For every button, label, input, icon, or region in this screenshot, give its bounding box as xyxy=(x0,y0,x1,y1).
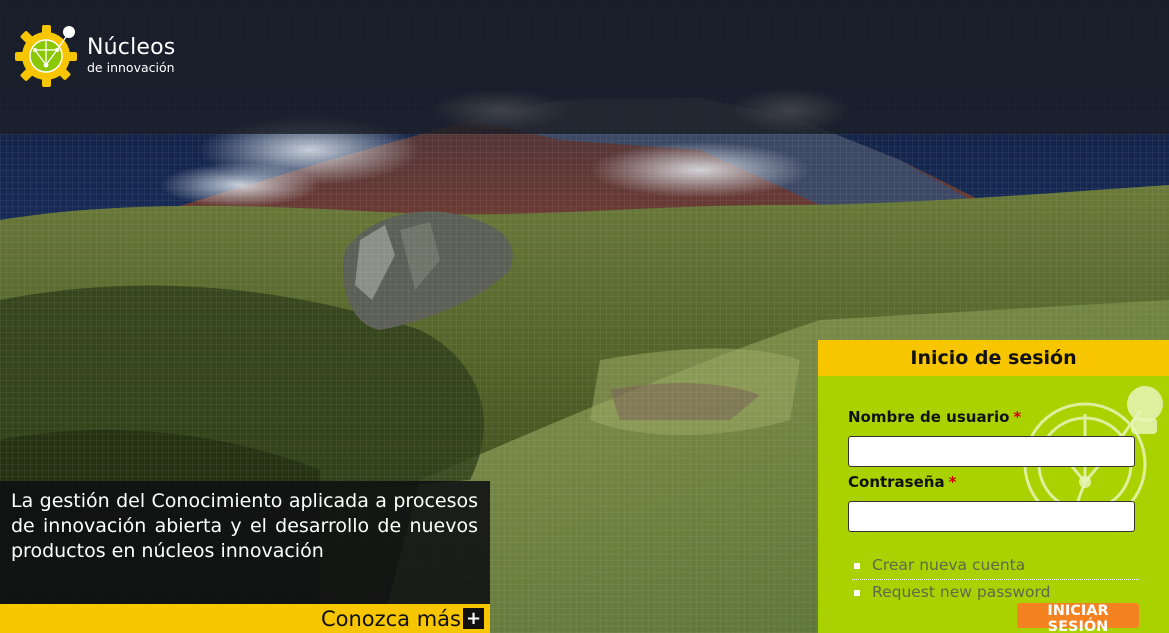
hero-caption-box: La gestión del Conocimiento aplicada a p… xyxy=(0,481,490,604)
password-label: Contraseña * xyxy=(848,473,956,491)
site-logo[interactable]: Núcleos de innovación xyxy=(13,20,188,90)
list-item: Crear nueva cuenta xyxy=(852,553,1139,580)
password-input[interactable] xyxy=(848,501,1135,532)
username-input[interactable] xyxy=(848,436,1135,467)
brand-name-line1: Núcleos xyxy=(87,35,176,60)
required-marker: * xyxy=(948,473,957,491)
username-label-text: Nombre de usuario xyxy=(848,408,1010,426)
username-label: Nombre de usuario * xyxy=(848,408,1021,426)
login-header: Inicio de sesión xyxy=(818,340,1169,376)
login-submit-button[interactable]: INICIAR SESIÓN xyxy=(1017,603,1139,633)
brand-name-line2: de innovación xyxy=(87,60,175,75)
create-account-link[interactable]: Crear nueva cuenta xyxy=(872,556,1025,574)
request-password-link[interactable]: Request new password xyxy=(872,583,1050,601)
learn-more-label: Conozca más xyxy=(320,606,461,631)
hero-text: La gestión del Conocimiento aplicada a p… xyxy=(11,490,478,562)
learn-more-bar: Conozca más + xyxy=(0,604,490,633)
required-marker: * xyxy=(1013,408,1022,426)
password-label-text: Contraseña xyxy=(848,473,945,491)
learn-more-link[interactable]: Conozca más + xyxy=(321,604,484,633)
plus-icon: + xyxy=(463,608,484,629)
account-links: Crear nueva cuenta Request new password xyxy=(852,553,1139,606)
login-form: Nombre de usuario * Contraseña * Crear nue… xyxy=(818,376,1169,633)
login-title: Inicio de sesión xyxy=(910,347,1077,369)
gear-network-logo-icon xyxy=(15,25,77,87)
